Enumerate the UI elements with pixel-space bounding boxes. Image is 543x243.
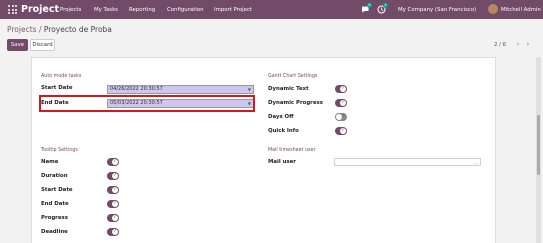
tooltip-duration-toggle[interactable]: ✓ <box>107 172 119 180</box>
tooltip-name-toggle[interactable]: ✓ <box>107 158 119 166</box>
menu-reporting[interactable]: Reporting <box>129 6 155 14</box>
auto-mode-group-title: Auto mode tasks <box>41 74 82 79</box>
pager-previous-icon[interactable]: ‹ <box>514 40 522 50</box>
discard-button[interactable]: Discard <box>30 39 55 51</box>
chevron-down-icon: ⌄ <box>474 160 478 165</box>
start-date-label: Start Date <box>41 85 73 91</box>
tooltip-setting-label: End Date <box>41 201 69 207</box>
menu-projects[interactable]: Projects <box>60 6 81 14</box>
mail-timesheet-title: Mail timesheet user <box>268 148 316 153</box>
tooltip-end-date-toggle[interactable]: ✓ <box>107 200 119 208</box>
start-date-field[interactable]: 04/26/2022 20:30:57 ▼ <box>107 85 254 94</box>
user-avatar[interactable] <box>488 4 498 14</box>
days-off-toggle[interactable]: ✓ <box>335 113 347 121</box>
gantt-setting-label: Days Off <box>268 114 294 120</box>
messages-count-badge: 6 <box>367 3 372 8</box>
dynamic-text-toggle[interactable]: ✓ <box>335 85 347 93</box>
tooltip-setting-label: Name <box>41 159 59 165</box>
save-button[interactable]: Save <box>7 39 28 51</box>
tooltip-deadline-toggle[interactable]: ✓ <box>107 228 119 236</box>
mail-user-label: Mail user <box>268 159 296 165</box>
top-navbar: Project Projects My Tasks Reporting Conf… <box>0 0 543 19</box>
tooltip-setting-label: Progress <box>41 215 68 221</box>
pager-next-icon[interactable]: › <box>524 40 532 50</box>
app-name[interactable]: Project <box>21 3 59 16</box>
tooltip-settings-title: Tooltip Settings <box>41 148 78 153</box>
scrollbar-thumb[interactable] <box>537 115 540 175</box>
breadcrumb-current: Proyecto de Proba <box>43 25 112 34</box>
chevron-down-icon: ▼ <box>247 87 251 92</box>
form-sheet <box>31 57 496 243</box>
quick-info-toggle[interactable]: ✓ <box>335 127 347 135</box>
breadcrumb-projects-link[interactable]: Projects <box>7 25 37 34</box>
start-date-value: 04/26/2022 20:30:57 <box>110 86 163 92</box>
menu-my-tasks[interactable]: My Tasks <box>94 6 118 14</box>
gantt-settings-title: Gantt Chart Settings <box>268 74 318 79</box>
company-switcher[interactable]: My Company (San Francisco) <box>398 6 476 14</box>
gantt-setting-label: Dynamic Text <box>268 86 309 92</box>
dynamic-progress-toggle[interactable]: ✓ <box>335 99 347 107</box>
breadcrumb-separator: / <box>38 25 42 34</box>
gantt-setting-label: Dynamic Progress <box>268 100 323 106</box>
menu-configuration[interactable]: Configuration <box>167 6 204 14</box>
end-date-highlight <box>39 95 255 112</box>
tooltip-start-date-toggle[interactable]: ✓ <box>107 186 119 194</box>
mail-user-select[interactable]: ⌄ <box>334 158 481 166</box>
gantt-setting-label: Quick Info <box>268 128 299 134</box>
breadcrumb: Projects / Proyecto de Proba <box>7 25 112 35</box>
tooltip-setting-label: Start Date <box>41 187 73 193</box>
pager-value[interactable]: 2 / 6 <box>494 41 506 49</box>
tooltip-progress-toggle[interactable]: ✓ <box>107 214 119 222</box>
activity-count-badge: 4 <box>383 3 388 8</box>
tooltip-setting-label: Duration <box>41 173 68 179</box>
tooltip-setting-label: Deadline <box>41 229 68 235</box>
user-menu[interactable]: Mitchell Admin <box>501 6 541 14</box>
app-grid-icon[interactable] <box>8 5 17 14</box>
menu-import-project[interactable]: Import Project <box>214 6 252 14</box>
